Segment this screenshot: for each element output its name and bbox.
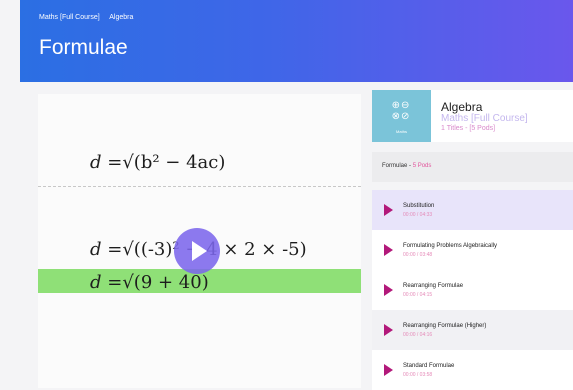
play-icon — [384, 244, 393, 256]
page-header: Maths [Full Course] Algebra Formulae — [20, 0, 573, 82]
course-meta: 1 Titles - [5 Pods] — [441, 125, 496, 132]
formula-quadratic: d =√(b² − 4ac) — [90, 152, 225, 173]
course-card[interactable]: ⊕⊖ ⊗⊘ Maths Algebra Maths [Full Course] 1… — [372, 90, 573, 142]
course-subtitle: Maths [Full Course] — [441, 113, 528, 124]
video-player[interactable]: d =√(b² − 4ac) d =√((-3)² − 4 × 2 × -5) … — [38, 94, 361, 388]
section-label: Formulae - 5 Pods — [382, 163, 431, 169]
section-count: 5 Pods — [412, 163, 432, 169]
play-icon — [384, 364, 393, 376]
lesson-title: Substitution — [403, 203, 435, 209]
divider — [38, 186, 361, 187]
formula-expression: =√(9 + 40) — [101, 272, 209, 293]
lesson-time: 00:00 / 04:15 — [403, 292, 433, 298]
play-icon — [384, 324, 393, 336]
thumbnail-label: Maths — [396, 129, 407, 134]
breadcrumb-item-algebra[interactable]: Algebra — [109, 14, 133, 21]
math-operators-icon: ⊕⊖ ⊗⊘ — [391, 100, 411, 122]
section-name: Formulae — [382, 163, 408, 169]
play-icon — [384, 204, 393, 216]
lesson-title: Rearranging Formulae (Higher) — [403, 323, 487, 329]
lesson-title: Rearranging Formulae — [403, 283, 464, 289]
course-title: Algebra — [441, 100, 483, 114]
course-thumbnail: ⊕⊖ ⊗⊘ Maths — [372, 90, 431, 142]
formula-variable: d — [90, 152, 102, 173]
list-item[interactable]: Rearranging Formulae (Higher) 00:00 / 04… — [372, 310, 573, 350]
play-icon[interactable] — [174, 228, 220, 274]
lesson-time: 00:00 / 04:33 — [403, 212, 433, 218]
formula-variable: d — [90, 239, 102, 260]
lesson-title: Formulating Problems Algebraically — [403, 243, 498, 249]
lesson-title: Standard Formulae — [403, 363, 455, 369]
playlist-sidebar: ⊕⊖ ⊗⊘ Maths Algebra Maths [Full Course] 1… — [372, 90, 573, 390]
formula-expression: =√(b² − 4ac) — [101, 152, 226, 173]
lesson-time: 00:00 / 03:58 — [403, 372, 433, 378]
list-item[interactable]: Rearranging Formulae 00:00 / 04:15 — [372, 270, 573, 310]
list-item[interactable]: Standard Formulae 00:00 / 03:58 — [372, 350, 573, 390]
breadcrumb-item-course[interactable]: Maths [Full Course] — [39, 14, 100, 21]
formula-variable: d — [90, 272, 102, 293]
list-item[interactable]: Formulating Problems Algebraically 00:00… — [372, 230, 573, 270]
play-icon — [384, 284, 393, 296]
list-item[interactable]: Substitution 00:00 / 04:33 — [372, 190, 573, 230]
lesson-time: 00:00 / 04:16 — [403, 332, 433, 338]
page-title: Formulae — [39, 36, 128, 59]
lesson-time: 00:00 / 03:48 — [403, 252, 433, 258]
breadcrumb: Maths [Full Course] Algebra — [39, 14, 141, 21]
section-header[interactable]: Formulae - 5 Pods — [372, 152, 573, 182]
formula-simplified: d =√(9 + 40) — [90, 272, 209, 293]
